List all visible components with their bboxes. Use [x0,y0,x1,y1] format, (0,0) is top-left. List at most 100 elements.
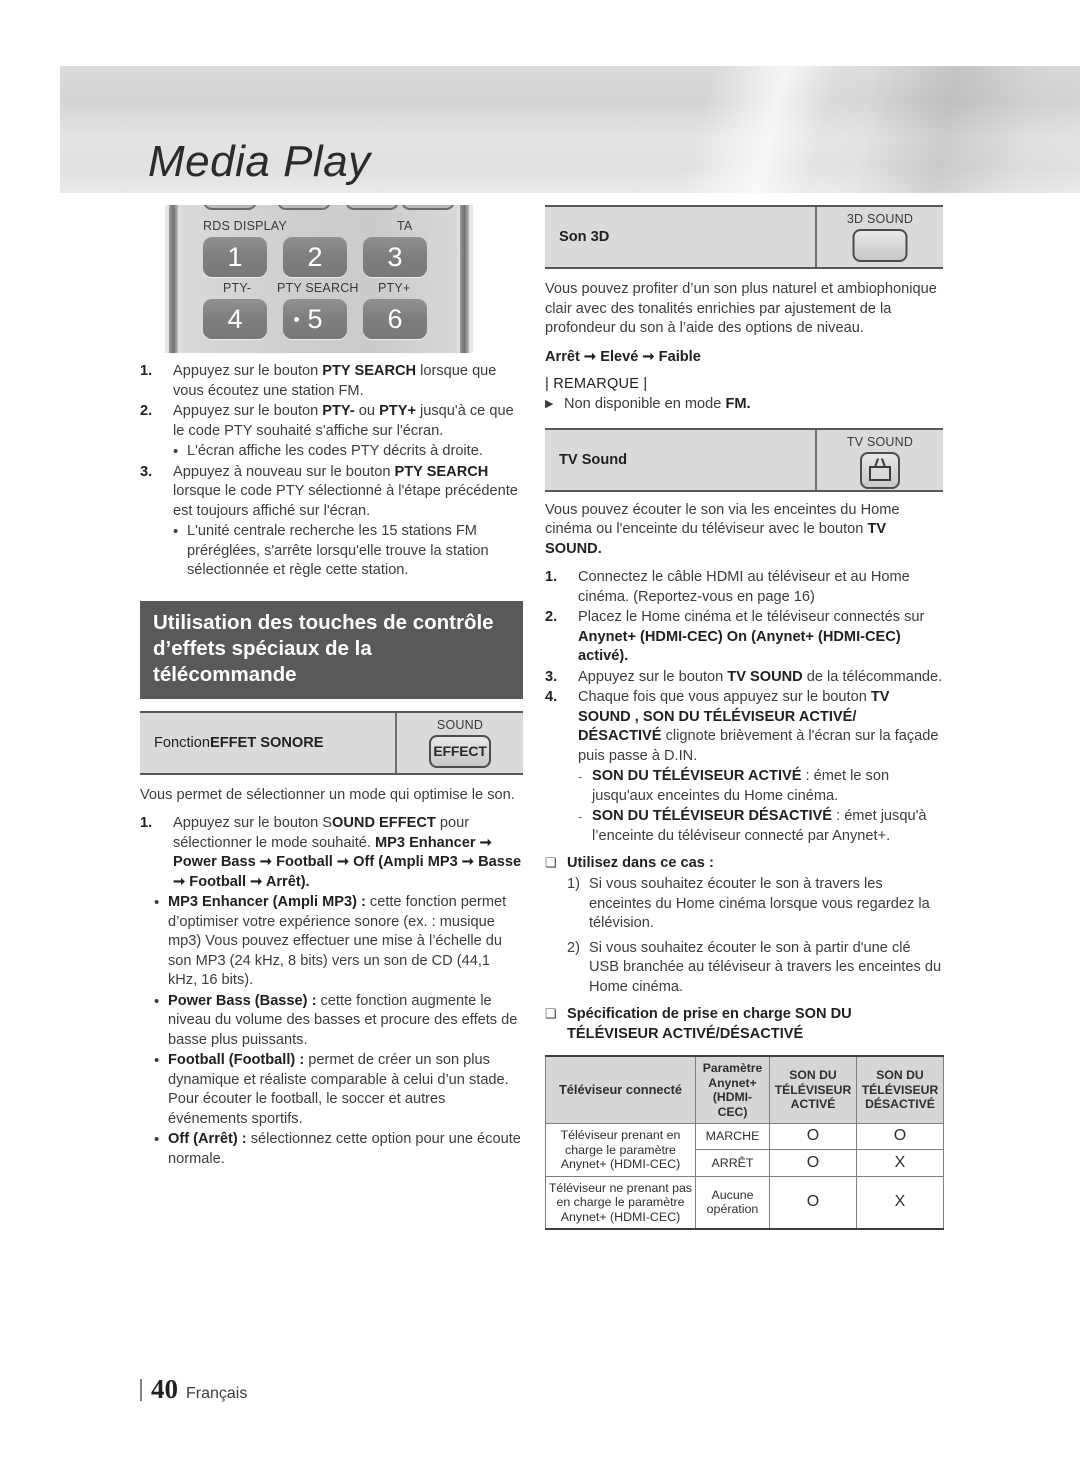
table-cell-on-1: O [769,1122,857,1151]
feature-label-3d-sound-text: Son 3D [559,229,610,245]
pty-step-2: 2. Appuyez sur le bouton PTY- ou PTY+ ju… [140,402,523,441]
pty-step-3-text: Appuyez à nouveau sur le bouton PTY SEAR… [173,463,518,519]
tv-sound-step-3-number: 3. [545,668,558,685]
feature-label-prefix: Fonction [154,734,210,751]
tv-sound-support-table: Téléviseur connecté Paramètre Anynet+ (H… [545,1055,944,1230]
table-cell-off-2: X [856,1149,944,1177]
key-caption-sound: SOUND [436,717,484,732]
bullet-dot-icon: • [154,1131,160,1148]
tv-sound-dash-item-off: - SON DU TÉLÉVISEUR DÉSACTIVÉ : émet jus… [578,807,943,846]
tv-sound-step-1-text: Connectez le câble HDMI au téléviseur et… [578,569,910,605]
use-case-item-1-text: Si vous souhaitez écouter le son à trave… [589,876,930,931]
table-cell-on-3: O [769,1175,857,1230]
tv-sound-key-icon[interactable] [860,451,900,489]
3d-sound-description: Vous pouvez profiter d’un son plus natur… [545,281,937,336]
remote-key-5[interactable]: 5 [283,299,347,339]
feature-box-tv-sound: TV Sound TV SOUND [545,427,943,492]
spec-heading-text: Spécification de prise en charge SON DU … [567,1006,852,1042]
sound-mode-bullet-off: • Off (Arrêt) : sélectionnez cette optio… [154,1130,523,1169]
sound-effect-step-1-text: Appuyez sur le bouton SOUND EFFECT pour … [173,815,522,890]
remote-key-4[interactable]: 4 [203,299,267,339]
table-row: Téléviseur prenant en charge le paramètr… [545,1122,944,1177]
right-column: Son 3D 3D SOUND Vous pouvez profiter d’u… [545,205,944,1230]
remote-key-5-tactile-dot [294,317,299,322]
remote-top-key-1 [203,205,257,210]
key-caption-3d-sound: 3D SOUND [846,212,914,226]
remote-label-pty-search: PTY SEARCH [277,281,359,295]
note-item-text: Non disponible en mode FM. [564,395,751,412]
page-title: Media Play [148,137,371,186]
feature-label-sound-effect: Fonction EFFET SONORE [140,713,395,773]
tv-sound-step-4-text: Chaque fois que vous appuyez sur le bout… [578,689,939,764]
table-cell-tv-unsupported: Téléviseur ne prenant pas en charge le p… [545,1175,696,1230]
page-language: Français [186,1385,248,1402]
remote-top-key-2 [277,205,331,210]
use-case-heading-text: Utilisez dans ce cas : [567,855,714,871]
feature-key-cell-3d-sound: 3D SOUND [815,207,943,267]
tv-sound-steps: 1. Connectez le câble HDMI au téléviseur… [545,568,943,846]
feature-label-tv-sound-text: TV Sound [559,451,628,468]
use-case-heading-row: ❑ Utilisez dans ce cas : [545,853,943,873]
sound-effect-step-1-number: 1. [140,815,153,831]
feature-box-sound-effect: Fonction EFFET SONORE SOUND EFFECT [140,710,523,775]
feature-key-cell-tv-sound: TV SOUND [815,429,943,490]
television-icon [868,458,892,482]
spec-heading-row: ❑ Spécification de prise en charge SON D… [545,1004,943,1044]
bullet-dot-icon: • [154,992,160,1010]
bullet-dot-icon: • [173,523,179,540]
remote-edge-right [460,205,469,353]
square-bullet-icon: ❑ [545,855,557,870]
remote-key-3[interactable]: 3 [363,237,427,277]
remote-top-key-3 [345,205,399,210]
sound-mode-bullet-off-text: Off (Arrêt) : sélectionnez cette option … [168,1131,521,1167]
remote-top-key-4 [401,205,455,210]
sound-mode-bullet-powerbass: • Power Bass (Basse) : cette fonction au… [154,992,523,1051]
3d-sound-key-icon[interactable] [852,229,908,262]
tv-sound-step-4: 4. Chaque fois que vous appuyez sur le b… [545,688,943,766]
pty-step-3: 3. Appuyez à nouveau sur le bouton PTY S… [140,463,523,522]
table-cell-off-3: X [856,1175,944,1230]
triangle-bullet-icon: ▶ [545,397,554,410]
sound-mode-bullet-powerbass-text: Power Bass (Basse) : cette fonction augm… [168,992,518,1048]
table-cell-param-marche: MARCHE [695,1122,770,1151]
use-case-item-1-number: 1) [567,876,580,892]
table-header-sound-off: SON DU TÉLÉVISEUR DÉSACTIVÉ [856,1055,944,1124]
use-case-list: 1) Si vous souhaitez écouter le son à tr… [567,875,943,997]
sound-effect-intro: Vous permet de sélectionner un mode qui … [140,786,515,803]
page-number: 40 [151,1374,178,1404]
sound-effect-steps: 1. Appuyez sur le bouton SOUND EFFECT po… [140,814,523,892]
pty-step-2-bullet-text: L'écran affiche les codes PTY décrits à … [187,443,483,459]
tv-sound-dash-item-on: - SON DU TÉLÉVISEUR ACTIVÉ : émet le son… [578,767,943,806]
use-case-item-2-number: 2) [567,939,580,956]
key-caption-tv-sound: TV SOUND [846,434,914,449]
manual-page: Media Play RDS DISPLAY TA 1 2 3 PTY- PTY… [0,0,1080,1479]
tv-sound-step-3: 3. Appuyez sur le bouton TV SOUND de la … [545,668,943,688]
pty-step-2-text: Appuyez sur le bouton PTY- ou PTY+ jusqu… [173,403,514,439]
remote-key-6[interactable]: 6 [363,299,427,339]
tv-sound-dash-item-off-text: SON DU TÉLÉVISEUR DÉSACTIVÉ : émet jusqu… [592,808,927,844]
left-column: RDS DISPLAY TA 1 2 3 PTY- PTY SEARCH PTY… [140,205,523,1170]
pty-step-1-text: Appuyez sur le bouton PTY SEARCH lorsque… [173,363,497,399]
table-body: Téléviseur prenant en charge le paramètr… [545,1122,944,1230]
table-cell-param-arret: ARRÊT [695,1149,770,1177]
remote-key-1[interactable]: 1 [203,237,267,277]
square-bullet-icon: ❑ [545,1006,557,1021]
remote-label-ta: TA [397,219,413,233]
sound-effect-key-icon[interactable]: EFFECT [429,734,491,768]
sound-mode-bullet-football: • Football (Football) : permet de créer … [154,1051,523,1129]
tv-sound-step-2-text: Placez le Home cinéma et le téléviseur c… [578,609,925,664]
page-footer: 40 Français [140,1374,247,1405]
table-head: Téléviseur connecté Paramètre Anynet+ (H… [545,1055,944,1124]
use-case-item-1: 1) Si vous souhaitez écouter le son à tr… [567,875,943,934]
pty-step-3-bullet: • L'unité centrale recherche les 15 stat… [173,522,523,581]
feature-key-cell-sound-effect: SOUND EFFECT [395,712,523,773]
use-case-item-2: 2) Si vous souhaitez écouter le son à pa… [567,939,943,998]
tv-sound-step-1: 1. Connectez le câble HDMI au téléviseur… [545,568,943,607]
tv-sound-description: Vous pouvez écouter le son via les encei… [545,501,900,557]
remote-label-pty-minus: PTY- [223,281,252,295]
table-cell-tv-supported: Téléviseur prenant en charge le paramètr… [545,1123,696,1177]
remote-key-5-label: 5 [307,303,323,334]
remote-key-2[interactable]: 2 [283,237,347,277]
bullet-dot-icon: • [154,894,160,911]
pty-steps-list: 1. Appuyez sur le bouton PTY SEARCH lors… [140,362,523,581]
